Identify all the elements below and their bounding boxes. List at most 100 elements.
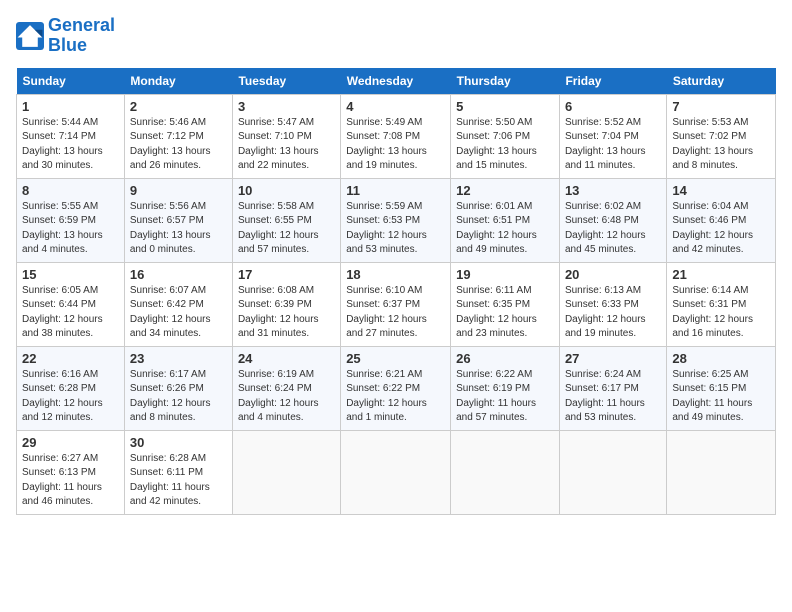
weekday-header-friday: Friday xyxy=(559,68,666,95)
day-info: Sunrise: 6:24 AM Sunset: 6:17 PM Dayligh… xyxy=(565,368,661,426)
logo-text: General Blue xyxy=(48,16,115,56)
day-cell: 10Sunrise: 5:58 AM Sunset: 6:55 PM Dayli… xyxy=(232,178,340,262)
day-number: 20 xyxy=(565,267,661,282)
day-info: Sunrise: 6:22 AM Sunset: 6:19 PM Dayligh… xyxy=(456,368,554,426)
day-cell xyxy=(559,430,666,514)
day-number: 12 xyxy=(456,183,554,198)
day-cell: 26 Sunrise: 6:22 AM Sunset: 6:19 PM Dayli… xyxy=(451,346,560,430)
week-row-3: 15Sunrise: 6:05 AM Sunset: 6:44 PM Dayli… xyxy=(17,262,776,346)
day-cell: 18Sunrise: 6:10 AM Sunset: 6:37 PM Dayli… xyxy=(341,262,451,346)
day-number: 15 xyxy=(22,267,119,282)
day-number: 4 xyxy=(346,99,445,114)
day-number: 3 xyxy=(238,99,335,114)
weekday-header-sunday: Sunday xyxy=(17,68,125,95)
day-cell xyxy=(451,430,560,514)
day-number: 21 xyxy=(672,267,770,282)
day-info: Sunrise: 6:17 AM Sunset: 6:26 PM Dayligh… xyxy=(130,368,227,426)
day-number: 23 xyxy=(130,351,227,366)
day-cell: 17Sunrise: 6:08 AM Sunset: 6:39 PM Dayli… xyxy=(232,262,340,346)
logo: General Blue xyxy=(16,16,115,56)
day-number: 24 xyxy=(238,351,335,366)
day-info: Sunrise: 6:14 AM Sunset: 6:31 PM Dayligh… xyxy=(672,284,770,342)
day-cell: 9Sunrise: 5:56 AM Sunset: 6:57 PM Daylig… xyxy=(124,178,232,262)
day-cell: 12 Sunrise: 6:01 AM Sunset: 6:51 PM Dayli… xyxy=(451,178,560,262)
day-number: 8 xyxy=(22,183,119,198)
day-cell: 29 Sunrise: 6:27 AM Sunset: 6:13 PM Dayli… xyxy=(17,430,125,514)
day-cell: 22 Sunrise: 6:16 AM Sunset: 6:28 PM Dayli… xyxy=(17,346,125,430)
day-cell: 24 Sunrise: 6:19 AM Sunset: 6:24 PM Dayli… xyxy=(232,346,340,430)
weekday-header-tuesday: Tuesday xyxy=(232,68,340,95)
day-info: Sunrise: 5:44 AM Sunset: 7:14 PM Dayligh… xyxy=(22,116,119,174)
day-number: 29 xyxy=(22,435,119,450)
day-number: 16 xyxy=(130,267,227,282)
day-info: Sunrise: 6:08 AM Sunset: 6:39 PM Dayligh… xyxy=(238,284,335,342)
day-number: 7 xyxy=(672,99,770,114)
page-header: General Blue xyxy=(16,16,776,56)
weekday-header-monday: Monday xyxy=(124,68,232,95)
calendar-header: SundayMondayTuesdayWednesdayThursdayFrid… xyxy=(17,68,776,95)
day-cell: 25 Sunrise: 6:21 AM Sunset: 6:22 PM Dayli… xyxy=(341,346,451,430)
day-cell: 8 Sunrise: 5:55 AM Sunset: 6:59 PM Daylig… xyxy=(17,178,125,262)
day-cell: 1 Sunrise: 5:44 AM Sunset: 7:14 PM Daylig… xyxy=(17,94,125,178)
day-number: 1 xyxy=(22,99,119,114)
day-cell: 19Sunrise: 6:11 AM Sunset: 6:35 PM Dayli… xyxy=(451,262,560,346)
day-info: Sunrise: 6:25 AM Sunset: 6:15 PM Dayligh… xyxy=(672,368,770,426)
day-info: Sunrise: 6:02 AM Sunset: 6:48 PM Dayligh… xyxy=(565,200,661,258)
day-number: 26 xyxy=(456,351,554,366)
calendar-body: 1 Sunrise: 5:44 AM Sunset: 7:14 PM Daylig… xyxy=(17,94,776,514)
weekday-header-wednesday: Wednesday xyxy=(341,68,451,95)
day-cell: 27 Sunrise: 6:24 AM Sunset: 6:17 PM Dayli… xyxy=(559,346,666,430)
day-cell: 21 Sunrise: 6:14 AM Sunset: 6:31 PM Dayli… xyxy=(667,262,776,346)
day-cell: 5Sunrise: 5:50 AM Sunset: 7:06 PM Daylig… xyxy=(451,94,560,178)
day-number: 6 xyxy=(565,99,661,114)
day-info: Sunrise: 6:21 AM Sunset: 6:22 PM Dayligh… xyxy=(346,368,445,426)
day-cell xyxy=(232,430,340,514)
day-cell: 23 Sunrise: 6:17 AM Sunset: 6:26 PM Dayli… xyxy=(124,346,232,430)
day-number: 27 xyxy=(565,351,661,366)
day-info: Sunrise: 5:49 AM Sunset: 7:08 PM Dayligh… xyxy=(346,116,445,174)
day-info: Sunrise: 5:55 AM Sunset: 6:59 PM Dayligh… xyxy=(22,200,119,258)
week-row-4: 22 Sunrise: 6:16 AM Sunset: 6:28 PM Dayli… xyxy=(17,346,776,430)
day-info: Sunrise: 5:53 AM Sunset: 7:02 PM Dayligh… xyxy=(672,116,770,174)
day-number: 18 xyxy=(346,267,445,282)
day-info: Sunrise: 6:28 AM Sunset: 6:11 PM Dayligh… xyxy=(130,452,227,510)
day-cell: 16 Sunrise: 6:07 AM Sunset: 6:42 PM Dayli… xyxy=(124,262,232,346)
day-info: Sunrise: 5:56 AM Sunset: 6:57 PM Dayligh… xyxy=(130,200,227,258)
week-row-1: 1 Sunrise: 5:44 AM Sunset: 7:14 PM Daylig… xyxy=(17,94,776,178)
day-cell: 6Sunrise: 5:52 AM Sunset: 7:04 PM Daylig… xyxy=(559,94,666,178)
weekday-header-saturday: Saturday xyxy=(667,68,776,95)
day-number: 13 xyxy=(565,183,661,198)
day-number: 28 xyxy=(672,351,770,366)
day-cell: 28 Sunrise: 6:25 AM Sunset: 6:15 PM Dayli… xyxy=(667,346,776,430)
weekday-row: SundayMondayTuesdayWednesdayThursdayFrid… xyxy=(17,68,776,95)
day-info: Sunrise: 6:27 AM Sunset: 6:13 PM Dayligh… xyxy=(22,452,119,510)
day-number: 11 xyxy=(346,183,445,198)
day-cell xyxy=(341,430,451,514)
day-info: Sunrise: 5:58 AM Sunset: 6:55 PM Dayligh… xyxy=(238,200,335,258)
day-number: 19 xyxy=(456,267,554,282)
day-info: Sunrise: 6:19 AM Sunset: 6:24 PM Dayligh… xyxy=(238,368,335,426)
day-info: Sunrise: 6:13 AM Sunset: 6:33 PM Dayligh… xyxy=(565,284,661,342)
day-info: Sunrise: 6:07 AM Sunset: 6:42 PM Dayligh… xyxy=(130,284,227,342)
day-info: Sunrise: 6:01 AM Sunset: 6:51 PM Dayligh… xyxy=(456,200,554,258)
day-info: Sunrise: 6:16 AM Sunset: 6:28 PM Dayligh… xyxy=(22,368,119,426)
day-number: 14 xyxy=(672,183,770,198)
day-info: Sunrise: 5:46 AM Sunset: 7:12 PM Dayligh… xyxy=(130,116,227,174)
weekday-header-thursday: Thursday xyxy=(451,68,560,95)
day-number: 5 xyxy=(456,99,554,114)
day-info: Sunrise: 5:59 AM Sunset: 6:53 PM Dayligh… xyxy=(346,200,445,258)
day-cell: 7 Sunrise: 5:53 AM Sunset: 7:02 PM Daylig… xyxy=(667,94,776,178)
day-cell: 15Sunrise: 6:05 AM Sunset: 6:44 PM Dayli… xyxy=(17,262,125,346)
week-row-5: 29 Sunrise: 6:27 AM Sunset: 6:13 PM Dayli… xyxy=(17,430,776,514)
day-number: 25 xyxy=(346,351,445,366)
day-number: 2 xyxy=(130,99,227,114)
day-cell: 20 Sunrise: 6:13 AM Sunset: 6:33 PM Dayli… xyxy=(559,262,666,346)
day-number: 30 xyxy=(130,435,227,450)
week-row-2: 8 Sunrise: 5:55 AM Sunset: 6:59 PM Daylig… xyxy=(17,178,776,262)
day-cell xyxy=(667,430,776,514)
day-info: Sunrise: 6:04 AM Sunset: 6:46 PM Dayligh… xyxy=(672,200,770,258)
calendar-table: SundayMondayTuesdayWednesdayThursdayFrid… xyxy=(16,68,776,515)
day-number: 22 xyxy=(22,351,119,366)
logo-icon xyxy=(16,22,44,50)
day-cell: 2 Sunrise: 5:46 AM Sunset: 7:12 PM Daylig… xyxy=(124,94,232,178)
